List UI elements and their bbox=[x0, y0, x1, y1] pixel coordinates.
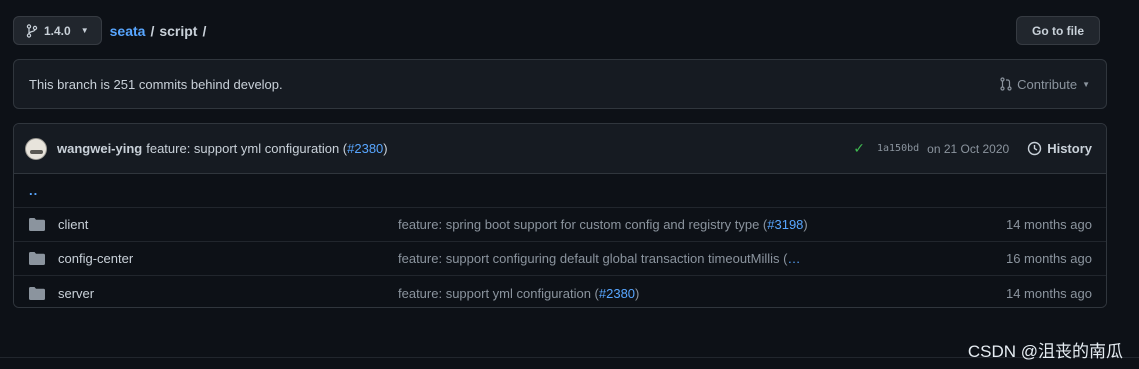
commit-meta: ✓ 1a150bd on 21 Oct 2020 History bbox=[853, 140, 1092, 157]
commit-message-suffix: ) bbox=[383, 141, 388, 156]
branch-status-notice: This branch is 251 commits behind develo… bbox=[13, 59, 1107, 109]
contribute-label: Contribute bbox=[1017, 76, 1078, 92]
file-commit-suffix: ) bbox=[635, 285, 640, 301]
file-commit-pr-link[interactable]: #3198 bbox=[767, 217, 803, 232]
file-name[interactable]: server bbox=[58, 286, 398, 301]
parent-dir-row[interactable]: .. bbox=[14, 174, 1106, 208]
history-link[interactable]: History bbox=[1027, 141, 1092, 156]
branch-label: 1.4.0 bbox=[44, 23, 71, 38]
file-name[interactable]: client bbox=[58, 217, 398, 232]
breadcrumb-separator: / bbox=[202, 22, 207, 39]
branch-status-text: This branch is 251 commits behind develo… bbox=[29, 76, 283, 92]
commit-message-text: feature: support yml configuration ( bbox=[146, 141, 348, 156]
folder-icon bbox=[29, 252, 45, 265]
go-to-file-button[interactable]: Go to file bbox=[1016, 16, 1100, 45]
breadcrumb-separator: / bbox=[150, 22, 155, 39]
file-row[interactable]: server feature: support yml configuratio… bbox=[14, 276, 1106, 307]
file-commit-expand-link[interactable]: … bbox=[788, 251, 801, 266]
breadcrumb-current-dir: script bbox=[159, 22, 198, 39]
breadcrumb: seata / script / bbox=[110, 23, 207, 39]
commit-pr-link[interactable]: #2380 bbox=[347, 141, 383, 156]
latest-commit-row: wangwei-ying feature: support yml config… bbox=[14, 124, 1106, 174]
commit-message[interactable]: feature: support yml configuration (#238… bbox=[146, 141, 387, 156]
parent-dir-link[interactable]: .. bbox=[29, 183, 38, 198]
commit-date: on 21 Oct 2020 bbox=[927, 141, 1010, 156]
chevron-down-icon: ▼ bbox=[80, 26, 89, 35]
file-age: 14 months ago bbox=[1005, 285, 1092, 301]
history-icon bbox=[1028, 141, 1042, 156]
file-commit-text: feature: spring boot support for custom … bbox=[398, 217, 768, 232]
history-label: History bbox=[1047, 141, 1092, 156]
branch-selector-button[interactable]: 1.4.0 ▼ bbox=[13, 16, 102, 45]
git-branch-icon bbox=[26, 23, 38, 38]
file-commit-message[interactable]: feature: support yml configuration (#238… bbox=[398, 286, 1006, 301]
file-browser: wangwei-ying feature: support yml config… bbox=[13, 123, 1107, 308]
file-commit-suffix: ) bbox=[803, 217, 808, 232]
file-row[interactable]: config-center feature: support configuri… bbox=[14, 242, 1106, 276]
contribute-dropdown[interactable]: Contribute ▼ bbox=[1000, 77, 1090, 92]
file-commit-pr-link[interactable]: #2380 bbox=[599, 286, 635, 301]
check-icon[interactable]: ✓ bbox=[853, 140, 865, 157]
file-row[interactable]: client feature: spring boot support for … bbox=[14, 208, 1106, 242]
breadcrumb-repo-link[interactable]: seata bbox=[110, 23, 146, 39]
top-bar: 1.4.0 ▼ seata / script / Go to file bbox=[13, 16, 1100, 45]
file-age: 16 months ago bbox=[1005, 251, 1092, 266]
folder-icon bbox=[29, 286, 45, 300]
avatar[interactable] bbox=[25, 137, 47, 160]
folder-icon bbox=[29, 218, 45, 231]
file-commit-text: feature: support configuring default glo… bbox=[398, 251, 788, 266]
watermark: CSDN @沮丧的南瓜 bbox=[967, 342, 1123, 361]
commit-author[interactable]: wangwei-ying bbox=[57, 141, 142, 156]
file-age: 14 months ago bbox=[1005, 217, 1092, 232]
file-commit-message[interactable]: feature: spring boot support for custom … bbox=[398, 217, 1006, 232]
file-commit-text: feature: support yml configuration ( bbox=[398, 285, 599, 301]
file-commit-message[interactable]: feature: support configuring default glo… bbox=[398, 251, 1006, 266]
chevron-down-icon: ▼ bbox=[1082, 79, 1090, 89]
file-name[interactable]: config-center bbox=[58, 251, 398, 266]
pull-request-icon bbox=[1000, 77, 1012, 91]
commit-sha[interactable]: 1a150bd bbox=[877, 143, 919, 154]
